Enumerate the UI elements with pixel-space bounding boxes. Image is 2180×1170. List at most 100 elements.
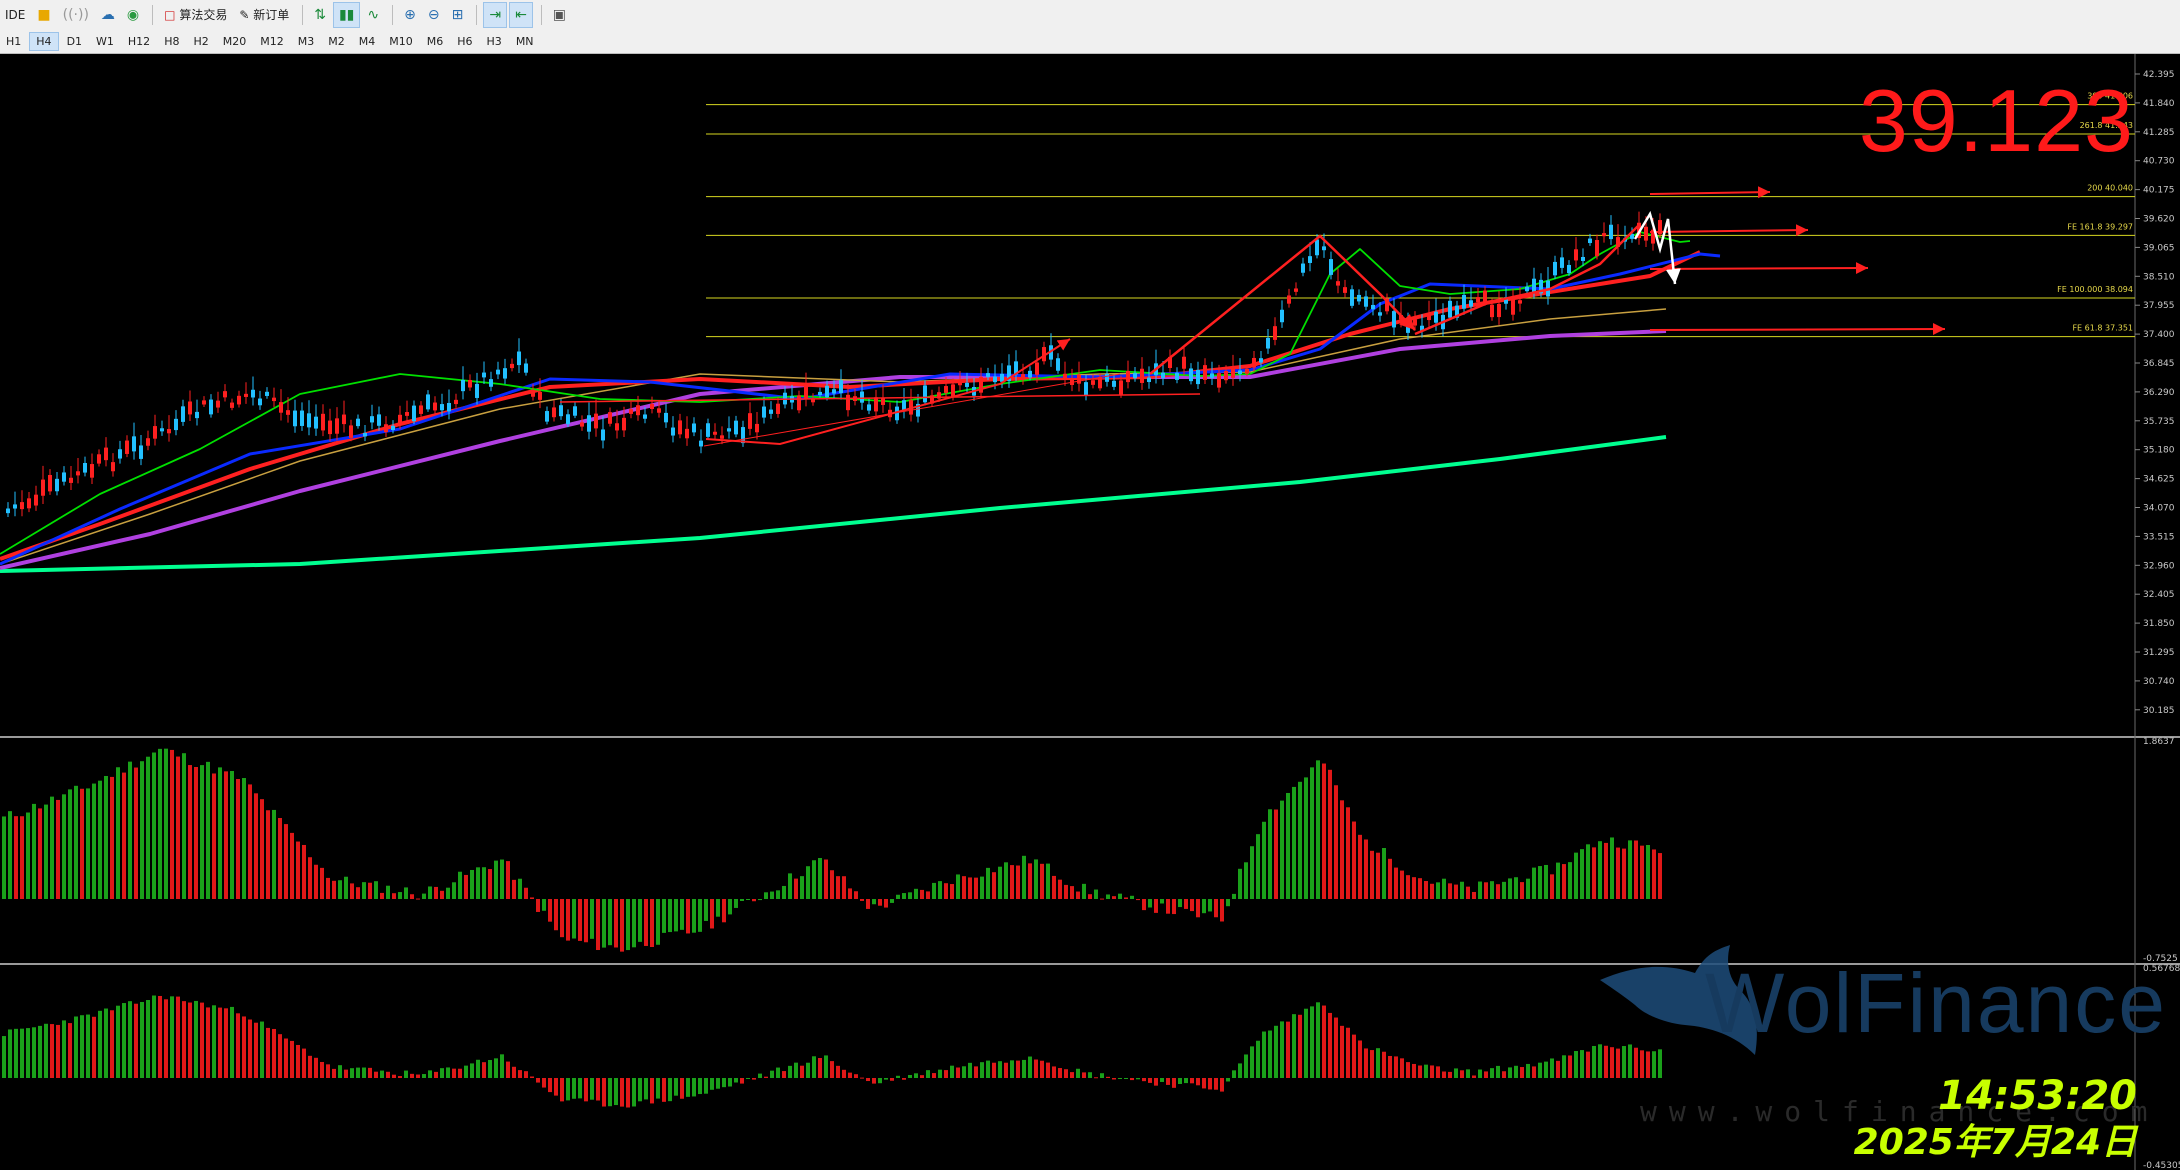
macd-bar xyxy=(80,788,84,899)
macd-bar xyxy=(182,753,186,899)
clock-date: 2025年7月24日 xyxy=(1853,1122,2137,1163)
macd-bar xyxy=(110,776,114,899)
osc-bar xyxy=(266,1027,270,1078)
lock-button[interactable]: ■ xyxy=(32,3,55,27)
algo-trading-button[interactable]: □ 算法交易 xyxy=(159,3,232,27)
timeframe-m20[interactable]: M20 xyxy=(217,33,253,50)
osc-bar xyxy=(1406,1062,1410,1078)
timeframe-m10[interactable]: M10 xyxy=(383,33,419,50)
timeframe-m6[interactable]: M6 xyxy=(421,33,450,50)
macd-bar xyxy=(776,890,780,899)
price-tick-label: 41.285 xyxy=(2143,128,2175,138)
osc-bar xyxy=(1364,1048,1368,1078)
osc-bar xyxy=(1040,1060,1044,1078)
osc-bar xyxy=(374,1071,378,1078)
macd-bar xyxy=(824,859,828,899)
chart-shift-button[interactable]: ⇤ xyxy=(509,1,533,28)
osc-bar xyxy=(1538,1062,1542,1078)
drawn-trendlines[interactable] xyxy=(559,186,1946,447)
osc-bar xyxy=(332,1068,336,1078)
osc-bar xyxy=(260,1021,264,1078)
timeframe-h1[interactable]: H1 xyxy=(0,33,27,50)
timeframe-w1[interactable]: W1 xyxy=(90,33,120,50)
macd-bar xyxy=(1556,862,1560,899)
macd-bar xyxy=(932,882,936,899)
candle-bear xyxy=(34,494,38,506)
osc-bar xyxy=(770,1070,774,1078)
bar-chart-button[interactable]: ⇅ xyxy=(309,3,331,27)
osc-bar xyxy=(1460,1070,1464,1078)
candle-bull xyxy=(1112,380,1116,387)
timeframe-h4[interactable]: H4 xyxy=(29,31,59,51)
osc-bar xyxy=(1130,1078,1134,1081)
osc-bar xyxy=(1358,1040,1362,1078)
candle-bear xyxy=(1497,303,1501,318)
price-tick-label: 32.960 xyxy=(2143,561,2175,571)
macd-bar xyxy=(146,756,150,899)
candle-bull xyxy=(412,405,416,422)
auto-scroll-button[interactable]: ⇥ xyxy=(483,1,508,28)
macd-bar xyxy=(578,899,582,941)
osc-bar xyxy=(134,1003,138,1078)
candle-bear xyxy=(531,390,535,397)
candle-bull xyxy=(986,373,990,378)
osc-bar xyxy=(1400,1058,1404,1078)
candlestick-button[interactable]: ▮▮ xyxy=(332,1,361,28)
new-order-button[interactable]: ✎ 新订单 xyxy=(234,3,294,27)
macd-bar xyxy=(1250,846,1254,899)
candle-bull xyxy=(734,420,738,435)
macd-bar xyxy=(530,897,534,899)
timeframe-d1[interactable]: D1 xyxy=(61,33,88,50)
osc-bar xyxy=(416,1074,420,1078)
macd-bar xyxy=(1520,882,1524,899)
zoom-out-button[interactable]: ⊖ xyxy=(423,3,445,27)
candle-bull xyxy=(1238,370,1242,374)
toolbar-divider xyxy=(152,4,154,25)
candle-bear xyxy=(216,400,220,408)
osc-bar xyxy=(1136,1078,1140,1080)
osc-bar xyxy=(896,1075,900,1078)
line-chart-button[interactable]: ∿ xyxy=(362,3,384,27)
osc-bar xyxy=(560,1078,564,1102)
osc-bar xyxy=(1244,1054,1248,1078)
cloud-button[interactable]: ☁ xyxy=(96,3,120,27)
timeframe-m12[interactable]: M12 xyxy=(254,33,290,50)
timeframe-m4[interactable]: M4 xyxy=(353,33,382,50)
candle-bear xyxy=(755,423,759,433)
candle-bull xyxy=(1525,286,1529,292)
osc-bar xyxy=(1088,1072,1092,1078)
macd-bar xyxy=(1052,875,1056,899)
osc-bar xyxy=(1148,1078,1152,1083)
timeframe-h2[interactable]: H2 xyxy=(187,33,214,50)
macd-bar xyxy=(422,893,426,899)
timeframe-m3[interactable]: M3 xyxy=(292,33,321,50)
osc-bar xyxy=(194,1000,198,1078)
macd-bar xyxy=(590,899,594,939)
candle-bear xyxy=(384,424,388,433)
timeframe-h6[interactable]: H6 xyxy=(451,33,478,50)
macd-bar xyxy=(1484,882,1488,899)
candle-bull xyxy=(524,363,528,373)
osc-bar xyxy=(1058,1068,1062,1078)
signal-button[interactable]: ((·)) xyxy=(58,3,94,27)
indicator-axis-label: -0.45305 xyxy=(2143,1161,2180,1170)
macd-bar xyxy=(800,876,804,899)
timeframe-m2[interactable]: M2 xyxy=(322,33,351,50)
screenshot-button[interactable]: ▣ xyxy=(548,3,571,27)
timeframe-h3[interactable]: H3 xyxy=(481,33,508,50)
candle-bear xyxy=(1203,365,1207,380)
macd-bar xyxy=(92,783,96,899)
grid-button[interactable]: ⊞ xyxy=(447,3,469,27)
globe-button[interactable]: ◉ xyxy=(122,3,144,27)
timeframe-mn[interactable]: MN xyxy=(510,33,540,50)
zoom-in-button[interactable]: ⊕ xyxy=(399,3,421,27)
ide-button[interactable]: IDE xyxy=(0,3,30,27)
macd-bar xyxy=(884,899,888,908)
macd-bar xyxy=(434,886,438,899)
osc-bar xyxy=(788,1065,792,1078)
timeframe-h12[interactable]: H12 xyxy=(122,33,156,50)
candle-bull xyxy=(503,368,507,379)
timeframe-h8[interactable]: H8 xyxy=(158,33,185,50)
macd-bar xyxy=(1640,845,1644,899)
osc-bar xyxy=(1370,1050,1374,1078)
